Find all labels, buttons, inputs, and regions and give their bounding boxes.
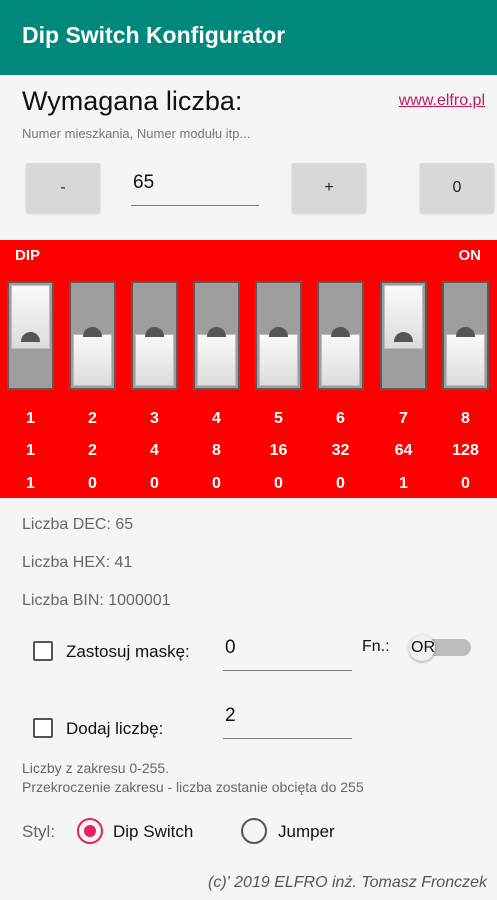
app-title: Dip Switch Konfigurator	[22, 22, 286, 48]
switch-position: 8	[461, 410, 470, 427]
bin-value-text: Liczba BIN: 1000001	[22, 592, 171, 609]
range-note: Liczby z zakresu 0-255.	[22, 760, 170, 776]
add-number-input[interactable]: 2	[223, 705, 352, 739]
switch-weight: 1	[26, 442, 35, 459]
switch-knob	[384, 285, 423, 349]
dip-switch-3[interactable]	[131, 281, 178, 390]
dec-value-text: Liczba DEC: 65	[22, 516, 134, 533]
website-link[interactable]: www.elfro.pl	[399, 92, 485, 110]
fn-toggle-text: OR	[411, 639, 435, 656]
switch-position: 4	[212, 410, 221, 427]
dip-switch-panel: DIP ON 1 2 3 4 5 6 7 8 1 2 4 8 16 32 64 …	[0, 240, 497, 498]
switch-position: 5	[274, 410, 283, 427]
add-number-checkbox[interactable]	[33, 718, 53, 738]
on-label: ON	[458, 247, 482, 264]
mask-input[interactable]: 0	[223, 637, 352, 671]
switch-position: 3	[150, 410, 159, 427]
overflow-note: Przekroczenie zakresu - liczba zostanie …	[22, 779, 364, 795]
switch-bit: 0	[150, 475, 159, 492]
switch-weight: 2	[88, 442, 97, 459]
dip-switch-4[interactable]	[193, 281, 240, 390]
switch-knob	[135, 327, 174, 386]
dip-switch-6[interactable]	[317, 281, 364, 390]
dip-switch-7[interactable]	[380, 281, 427, 390]
decrement-button[interactable]: -	[26, 163, 100, 213]
add-number-label: Dodaj liczbę:	[66, 719, 164, 738]
switch-weight: 8	[212, 442, 221, 459]
switch-bit: 0	[88, 475, 97, 492]
switch-knob	[446, 327, 485, 386]
switch-bit: 0	[212, 475, 221, 492]
style-label: Styl:	[22, 822, 56, 841]
dip-label: DIP	[15, 247, 41, 264]
copyright-footer: (c)' 2019 ELFRO inż. Tomasz Fronczek	[208, 874, 487, 891]
dip-switch-1[interactable]	[7, 281, 54, 390]
switch-knob	[73, 327, 112, 386]
radio-dip-switch[interactable]	[77, 818, 103, 844]
switch-position: 7	[399, 410, 408, 427]
switch-weight: 32	[331, 442, 350, 459]
mask-checkbox[interactable]	[33, 641, 53, 661]
switch-bit: 0	[336, 475, 345, 492]
required-number-label: Wymagana liczba:	[22, 86, 243, 116]
hex-value-text: Liczba HEX: 41	[22, 554, 133, 571]
switch-bit: 0	[461, 475, 470, 492]
switch-bit: 1	[26, 475, 35, 492]
dip-switch-5[interactable]	[255, 281, 302, 390]
dip-switch-8[interactable]	[442, 281, 489, 390]
app-bar: Dip Switch Konfigurator	[0, 0, 497, 75]
switch-knob	[259, 327, 298, 386]
switch-bit: 1	[399, 475, 408, 492]
required-number-hint: Numer mieszkania, Numer modułu itp...	[22, 126, 251, 141]
switch-position: 2	[88, 410, 97, 427]
switch-bit: 0	[274, 475, 283, 492]
switch-weight: 4	[150, 442, 159, 459]
switch-position: 6	[336, 410, 345, 427]
switch-weight: 64	[394, 442, 413, 459]
reset-zero-button[interactable]: 0	[420, 163, 494, 213]
dip-switch-2[interactable]	[69, 281, 116, 390]
switch-position: 1	[26, 410, 35, 427]
increment-button[interactable]: +	[292, 163, 366, 213]
mask-label: Zastosuj maskę:	[66, 642, 190, 661]
fn-label: Fn.:	[362, 638, 390, 655]
switch-knob	[11, 285, 50, 349]
switch-weight: 128	[452, 442, 479, 459]
radio-jumper[interactable]	[241, 818, 267, 844]
switch-knob	[321, 327, 360, 386]
radio-jumper-label[interactable]: Jumper	[278, 822, 335, 842]
switch-knob	[197, 327, 236, 386]
radio-dip-switch-label[interactable]: Dip Switch	[113, 822, 193, 842]
switch-weight: 16	[269, 442, 288, 459]
number-input[interactable]: 65	[131, 172, 259, 206]
